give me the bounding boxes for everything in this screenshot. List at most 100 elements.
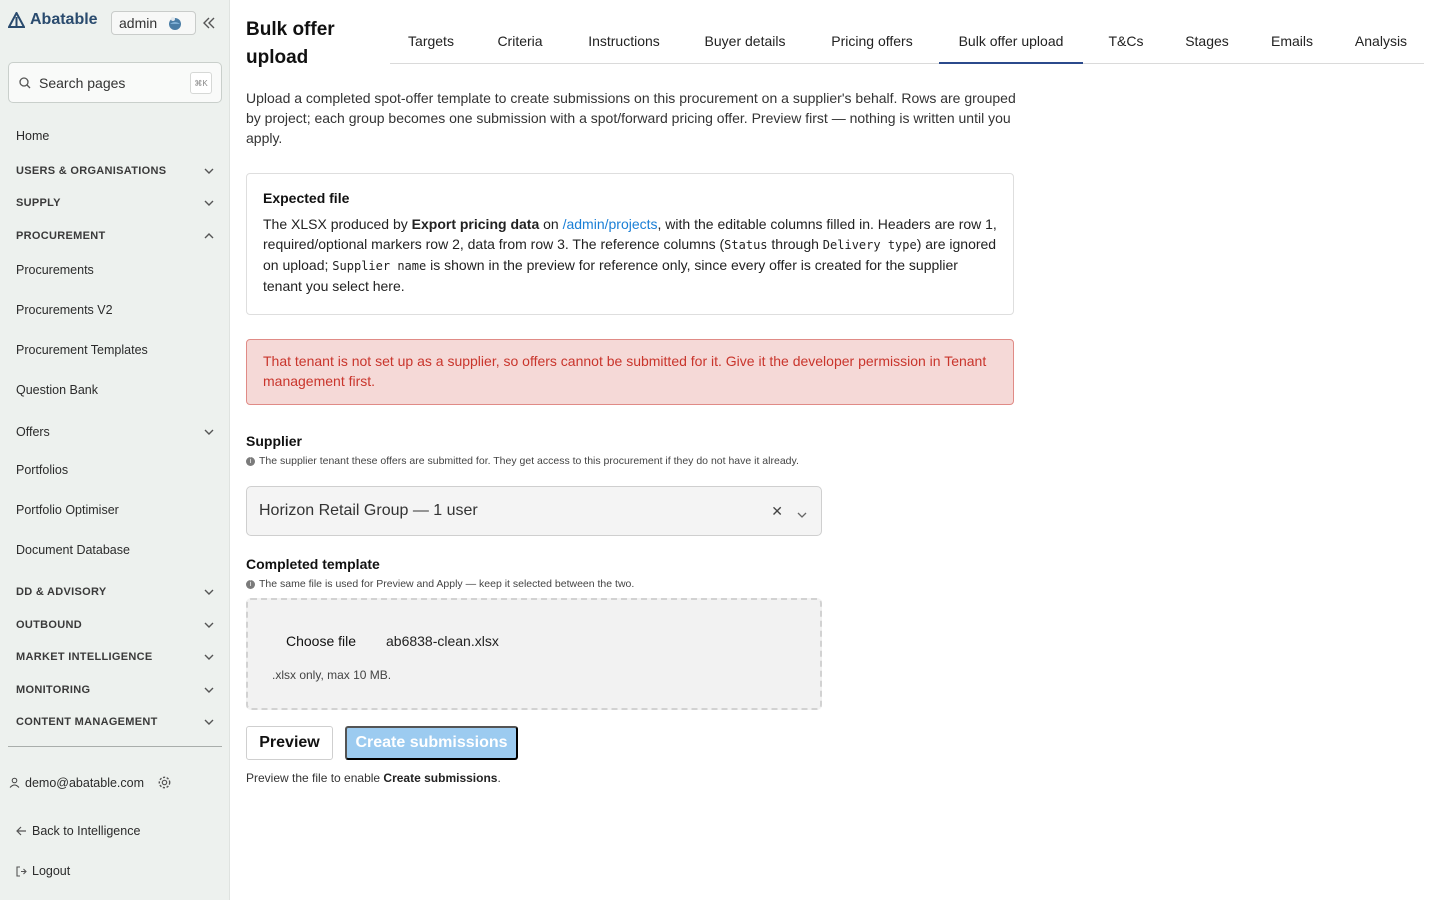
chevron-down-icon: [204, 685, 214, 695]
create-submissions-button[interactable]: Create submissions: [345, 726, 518, 760]
user-email: demo@abatable.com: [25, 775, 145, 790]
info-icon: i: [246, 580, 255, 589]
file-limit-text: .xlsx only, max 10 MB.: [272, 668, 392, 682]
chevron-down-icon: [204, 166, 214, 176]
nav-section-market-intelligence[interactable]: MARKET INTELLIGENCE: [16, 651, 214, 663]
nav-procurements[interactable]: Procurements: [16, 263, 94, 277]
back-link-label: Back to Intelligence: [32, 824, 141, 838]
search-icon: [19, 76, 31, 88]
logout-label: Logout: [32, 864, 71, 878]
supplier-selected-value: Horizon Retail Group — 1 user: [259, 502, 478, 519]
error-alert: That tenant is not set up as a supplier,…: [246, 339, 1014, 405]
collapse-sidebar-icon[interactable]: [200, 13, 218, 33]
brand-logo[interactable]: Abatable: [8, 11, 98, 29]
abatable-logo-icon: [8, 11, 25, 28]
enable-note: Preview the file to enable Create submis…: [246, 771, 501, 785]
nav-offers[interactable]: Offers: [16, 425, 214, 439]
nav-document-database[interactable]: Document Database: [16, 543, 130, 557]
supplier-help: i The supplier tenant these offers are s…: [246, 456, 826, 467]
nav-procurement-templates[interactable]: Procurement Templates: [16, 343, 148, 357]
nav-section-label: USERS & ORGANISATIONS: [16, 165, 167, 177]
tab-buyer-details[interactable]: Buyer details: [690, 22, 800, 64]
tab-stages[interactable]: Stages: [1170, 22, 1244, 64]
tab-pricing-offers[interactable]: Pricing offers: [815, 22, 929, 64]
tab-bulk-offer-upload[interactable]: Bulk offer upload: [939, 22, 1083, 64]
nav-offers-label: Offers: [16, 425, 50, 439]
code-supplier-name: Supplier name: [332, 259, 427, 273]
nav-section-procurement[interactable]: PROCUREMENT: [16, 230, 214, 242]
logout-icon: [16, 865, 27, 877]
nav-question-bank[interactable]: Question Bank: [16, 383, 98, 397]
nav-section-outbound[interactable]: OUTBOUND: [16, 619, 214, 631]
chevron-down-icon: [204, 652, 214, 662]
template-label: Completed template: [246, 556, 380, 572]
admin-projects-link[interactable]: /admin/projects: [563, 216, 658, 232]
chevron-down-icon: [204, 427, 214, 437]
planet-icon: [169, 17, 182, 30]
expected-file-card: Expected file The XLSX produced by Expor…: [246, 173, 1014, 315]
search-pages-input[interactable]: Search pages ⌘K: [8, 62, 222, 103]
nav-section-content-management[interactable]: CONTENT MANAGEMENT: [16, 716, 214, 728]
nav-section-dd-advisory[interactable]: DD & ADVISORY: [16, 586, 214, 598]
nav-section-label: MONITORING: [16, 684, 91, 696]
brand-name: Abatable: [30, 11, 98, 28]
intro-text: Upload a completed spot-offer template t…: [246, 90, 1016, 146]
tab-tcs[interactable]: T&Cs: [1098, 22, 1154, 64]
search-shortcut: ⌘K: [190, 72, 212, 94]
selected-file-name: ab6838-clean.xlsx: [386, 633, 499, 649]
user-icon: [9, 777, 20, 788]
nav-section-monitoring[interactable]: MONITORING: [16, 684, 214, 696]
supplier-label: Supplier: [246, 433, 303, 449]
expected-file-heading: Expected file: [263, 190, 350, 206]
note-bold: Create submissions: [383, 771, 498, 785]
export-pricing-data-label: Export pricing data: [411, 216, 540, 232]
nav-section-supply[interactable]: SUPPLY: [16, 197, 214, 209]
supplier-select[interactable]: Horizon Retail Group — 1 user ✕: [246, 486, 822, 536]
nav-section-label: OUTBOUND: [16, 619, 82, 631]
page-title: Bulk offer upload: [246, 19, 335, 68]
chevron-down-icon: [204, 198, 214, 208]
nav-section-label: SUPPLY: [16, 197, 61, 209]
environment-switcher[interactable]: admin: [111, 11, 196, 35]
logout-link[interactable]: Logout: [16, 864, 70, 878]
tab-analysis[interactable]: Analysis: [1340, 22, 1422, 64]
arrow-left-icon: [16, 826, 26, 836]
nav-section-label: PROCUREMENT: [16, 230, 106, 242]
chevron-down-icon[interactable]: [797, 505, 807, 523]
search-placeholder: Search pages: [39, 74, 126, 91]
tab-bar: Targets Criteria Instructions Buyer deta…: [390, 22, 1424, 64]
gear-icon[interactable]: [157, 775, 172, 790]
template-help: i The same file is used for Preview and …: [246, 579, 634, 590]
nav-home[interactable]: Home: [16, 129, 49, 143]
nav-section-users[interactable]: USERS & ORGANISATIONS: [16, 165, 214, 177]
file-dropzone[interactable]: Choose file ab6838-clean.xlsx .xlsx only…: [246, 598, 822, 710]
template-help-text: The same file is used for Preview and Ap…: [259, 578, 635, 590]
tab-emails[interactable]: Emails: [1258, 22, 1326, 64]
choose-file-button[interactable]: Choose file: [274, 624, 369, 658]
chevron-down-icon: [204, 620, 214, 630]
nav-section-label: MARKET INTELLIGENCE: [16, 651, 153, 663]
tab-targets[interactable]: Targets: [390, 22, 472, 64]
expected-file-description: The XLSX produced by Export pricing data…: [263, 216, 997, 294]
back-to-intelligence-link[interactable]: Back to Intelligence: [16, 824, 140, 838]
code-status: Status: [724, 238, 768, 252]
supplier-help-text: The supplier tenant these offers are sub…: [259, 455, 799, 467]
tab-instructions[interactable]: Instructions: [572, 22, 676, 64]
nav-portfolios[interactable]: Portfolios: [16, 463, 68, 477]
preview-button[interactable]: Preview: [246, 726, 333, 760]
environment-label: admin: [119, 15, 158, 31]
nav-portfolio-optimiser[interactable]: Portfolio Optimiser: [16, 503, 119, 517]
chevron-up-icon: [204, 231, 214, 241]
user-account[interactable]: demo@abatable.com: [9, 775, 172, 790]
code-delivery-type: Delivery type: [822, 238, 917, 252]
nav-procurements-v2[interactable]: Procurements V2: [16, 303, 113, 317]
sidebar-divider: [8, 746, 222, 747]
nav-section-label: DD & ADVISORY: [16, 586, 107, 598]
clear-icon[interactable]: ✕: [771, 503, 783, 520]
chevron-down-icon: [204, 587, 214, 597]
chevron-down-icon: [204, 717, 214, 727]
info-icon: i: [246, 457, 255, 466]
sidebar: Abatable admin Search pages ⌘K Home USER…: [0, 0, 230, 900]
nav-section-label: CONTENT MANAGEMENT: [16, 716, 158, 728]
tab-criteria[interactable]: Criteria: [482, 22, 558, 64]
